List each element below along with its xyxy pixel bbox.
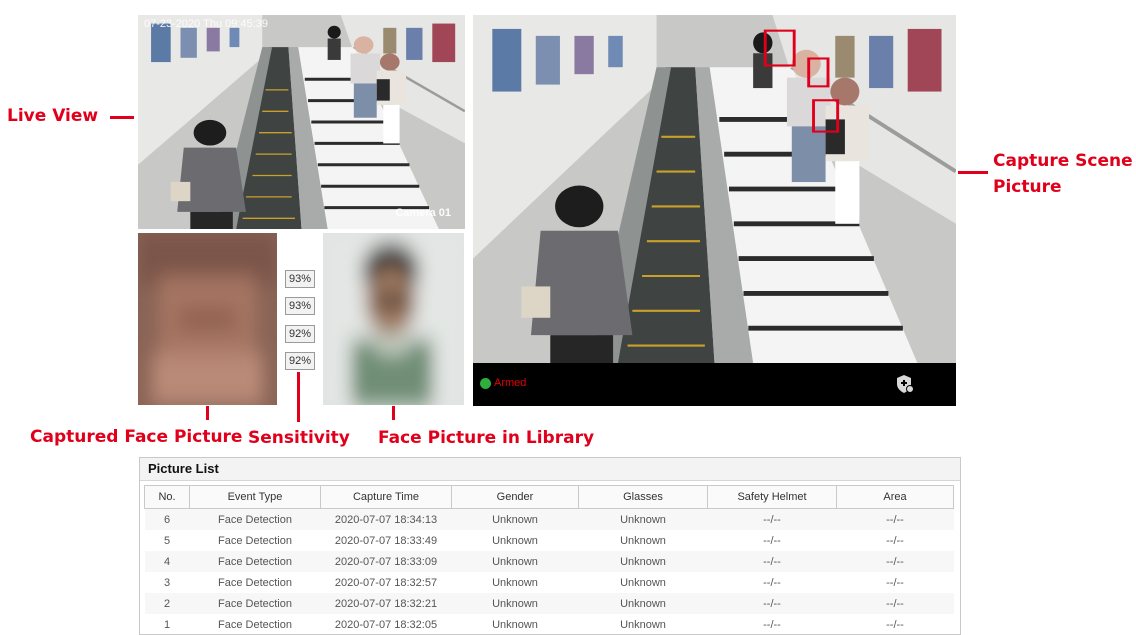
column-header-area[interactable]: Area [836, 485, 954, 509]
column-header-gender[interactable]: Gender [451, 485, 579, 509]
library-face-picture[interactable] [323, 233, 464, 405]
cell-gender: Unknown [451, 508, 579, 530]
picture-list-title: Picture List [140, 458, 960, 481]
cell-event-type: Face Detection [189, 551, 321, 572]
cell-event-type: Face Detection [189, 593, 321, 614]
cell-no: 5 [163, 534, 171, 547]
cell-glasses: Unknown [620, 534, 666, 547]
annotation-face-library: Face Picture in Library [378, 428, 595, 448]
column-header-capture-time[interactable]: Capture Time [320, 485, 452, 509]
cell-gender: Unknown [451, 593, 579, 614]
cell-no: 4 [144, 551, 190, 572]
captured-face-image [138, 233, 277, 405]
annotation-line-live-view [110, 116, 134, 119]
cell-glasses: Unknown [578, 593, 708, 614]
cell-safety-helmet: --/-- [763, 576, 781, 589]
cell-safety-helmet: --/-- [707, 508, 837, 530]
capture-scene-image [473, 15, 956, 363]
cell-glasses: Unknown [620, 576, 666, 589]
cell-event-type: Face Detection [189, 508, 321, 530]
cell-no: 1 [163, 618, 171, 631]
picture-list-panel: Picture List No. Event Type Capture Time… [139, 457, 961, 635]
table-row[interactable]: 5 Face Detection 2020-07-07 18:33:49 Unknow… [145, 530, 954, 551]
similarity-badge: 92% [285, 352, 315, 370]
capture-scene-picture[interactable] [473, 15, 956, 363]
captured-face-picture[interactable] [138, 233, 277, 405]
cell-safety-helmet: --/-- [763, 618, 781, 631]
picture-list-table: No. Event Type Capture Time Gender Glass… [144, 485, 954, 635]
table-row[interactable]: 6 Face Detection 2020-07-07 18:34:13 Unknow… [144, 508, 954, 530]
annotation-line-sensitivity [297, 372, 300, 422]
annotation-live-view: Live View [7, 106, 99, 126]
cell-gender: Unknown [492, 576, 538, 589]
cell-no: 3 [163, 576, 171, 589]
live-view-image [138, 15, 465, 229]
cell-safety-helmet: --/-- [763, 534, 781, 547]
annotation-capture-scene: Capture Scene Picture [993, 151, 1133, 197]
armed-status-label: Armed [494, 377, 527, 389]
cell-capture-time: 2020-07-07 18:33:49 [334, 534, 438, 547]
cell-area: --/-- [836, 593, 954, 614]
cell-event-type: Face Detection [218, 576, 292, 589]
cell-gender: Unknown [492, 534, 538, 547]
annotation-captured-face: Captured Face Picture [30, 427, 243, 447]
column-header-event-type[interactable]: Event Type [189, 485, 321, 509]
annotation-line-capture-scene [958, 171, 988, 174]
shield-settings-icon[interactable] [895, 374, 915, 394]
table-row[interactable]: 4 Face Detection 2020-07-07 18:33:09 Unknow… [144, 551, 954, 572]
cell-gender: Unknown [492, 618, 538, 631]
cell-event-type: Face Detection [218, 534, 292, 547]
cell-area: --/-- [836, 508, 954, 530]
live-view-picture: 07-23-2020 Thu 09:45:39 Camera 01 [138, 15, 465, 229]
column-header-safety-helmet[interactable]: Safety Helmet [707, 485, 837, 509]
cell-capture-time: 2020-07-07 18:33:09 [320, 551, 452, 572]
similarity-badge: 93% [285, 297, 315, 315]
armed-status-icon [480, 378, 491, 389]
annotation-line-captured-face [206, 406, 209, 420]
column-header-no[interactable]: No. [144, 485, 190, 509]
table-row[interactable]: 1 Face Detection 2020-07-07 18:32:05 Unknow… [145, 614, 954, 635]
annotation-line-face-library [392, 406, 395, 420]
cell-glasses: Unknown [578, 508, 708, 530]
cell-area: --/-- [886, 576, 904, 589]
status-bar: Armed [473, 363, 956, 406]
cell-capture-time: 2020-07-07 18:32:57 [334, 576, 438, 589]
cell-capture-time: 2020-07-07 18:32:21 [320, 593, 452, 614]
table-row[interactable]: 3 Face Detection 2020-07-07 18:32:57 Unknow… [145, 572, 954, 593]
annotation-sensitivity: Sensitivity [248, 428, 350, 448]
cell-gender: Unknown [451, 551, 579, 572]
cell-glasses: Unknown [578, 551, 708, 572]
cell-area: --/-- [836, 551, 954, 572]
cell-capture-time: 2020-07-07 18:32:05 [334, 618, 438, 631]
cell-area: --/-- [886, 534, 904, 547]
cell-capture-time: 2020-07-07 18:34:13 [320, 508, 452, 530]
similarity-badge: 92% [285, 325, 315, 343]
cell-glasses: Unknown [620, 618, 666, 631]
osd-timestamp: 07-23-2020 Thu 09:45:39 [144, 18, 268, 30]
table-header-row: No. Event Type Capture Time Gender Glass… [144, 485, 954, 509]
cell-safety-helmet: --/-- [707, 551, 837, 572]
table-row[interactable]: 2 Face Detection 2020-07-07 18:32:21 Unknow… [144, 593, 954, 614]
cell-safety-helmet: --/-- [707, 593, 837, 614]
cell-event-type: Face Detection [218, 618, 292, 631]
cell-area: --/-- [886, 618, 904, 631]
library-face-image [323, 233, 464, 405]
cell-no: 2 [144, 593, 190, 614]
column-header-glasses[interactable]: Glasses [578, 485, 708, 509]
osd-camera-name: Camera 01 [395, 207, 451, 219]
cell-no: 6 [144, 508, 190, 530]
similarity-badge: 93% [285, 270, 315, 288]
